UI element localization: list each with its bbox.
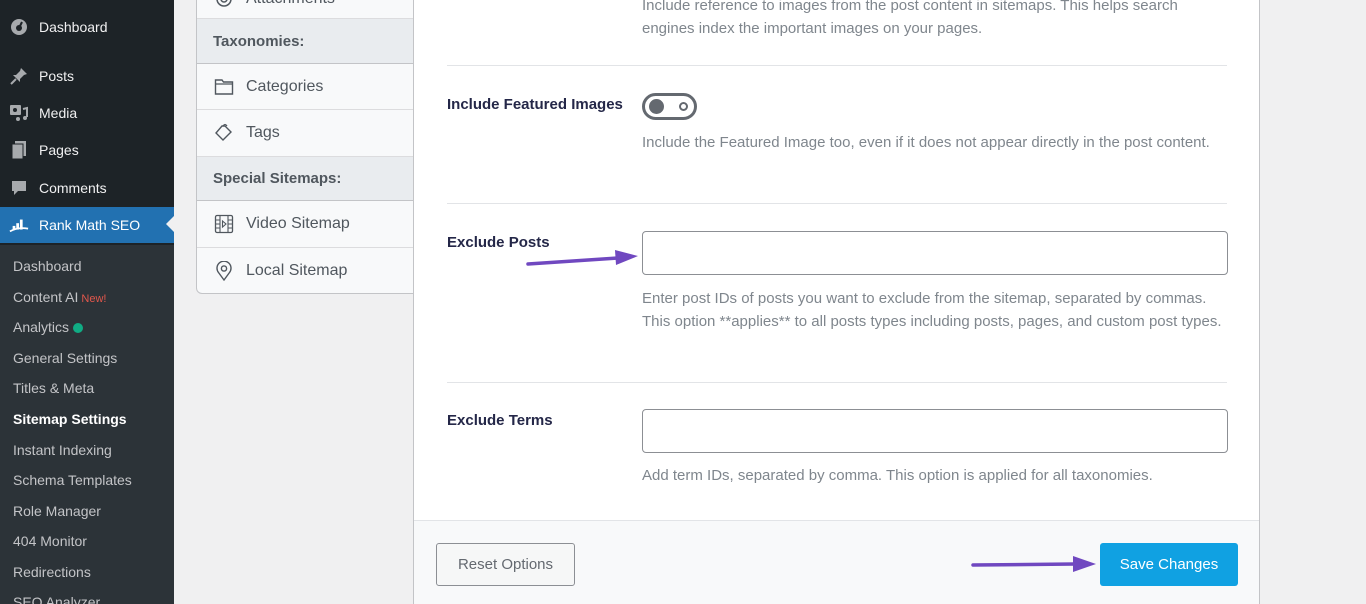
include-images-description: Include reference to images from the pos… [642,0,1178,37]
submenu-dashboard[interactable]: Dashboard [13,258,82,274]
menu-label: Pages [39,142,79,158]
nav-item-video-sitemap[interactable]: Video Sitemap [197,201,413,248]
nav-label: Tags [246,124,280,141]
pages-icon [9,140,29,160]
nav-label: Categories [246,77,324,95]
divider [447,382,1227,383]
submenu-schema-templates[interactable]: Schema Templates [13,472,132,488]
menu-label: Posts [39,68,75,84]
nav-label: Attachments [246,0,335,8]
submenu-sitemap-settings[interactable]: Sitemap Settings [13,411,127,427]
menu-label: Dashboard [39,19,108,35]
taxonomies-heading: Taxonomies: [197,19,413,64]
annotation-arrow-save-changes [971,556,1096,572]
special-sitemaps-heading: Special Sitemaps: [197,157,413,201]
submenu-redirections[interactable]: Redirections [13,564,91,580]
film-icon [214,214,234,234]
pin-icon [9,66,29,86]
nav-item-local-sitemap[interactable]: Local Sitemap [197,248,413,293]
submenu-analytics[interactable]: Analytics [13,319,84,335]
rank-math-icon [9,215,29,235]
divider [447,203,1227,204]
reset-options-button[interactable]: Reset Options [436,543,575,586]
menu-item-pages[interactable]: Pages [0,133,174,167]
menu-label: Media [39,105,78,121]
menu-label: Rank Math SEO [39,217,141,233]
include-featured-images-toggle[interactable] [642,93,697,120]
status-dot [73,323,84,334]
sitemap-settings-panel: Include reference to images from the pos… [413,0,1260,604]
include-featured-images-label: Include Featured Images [447,96,623,113]
nav-item-attachments[interactable]: Attachments [197,0,413,19]
rank-math-submenu: Dashboard Content AI New! Analytics Gener… [0,245,174,604]
submenu-role-manager[interactable]: Role Manager [13,503,101,519]
save-changes-button[interactable]: Save Changes [1100,543,1238,586]
toggle-knob [649,99,664,114]
new-badge: New! [81,293,107,305]
submenu-titles-meta[interactable]: Titles & Meta [13,380,94,396]
submenu-404-monitor[interactable]: 404 Monitor [13,533,87,549]
attachment-icon [214,0,234,9]
nav-item-categories[interactable]: Categories [197,64,413,110]
submenu-label: Content AI [13,289,79,305]
exclude-terms-input[interactable] [642,409,1228,453]
comment-icon [9,178,29,198]
settings-footer: Reset Options Save Changes [414,520,1259,604]
submenu-content-ai[interactable]: Content AI New! [13,289,106,305]
exclude-terms-description: Add term IDs, separated by comma. This o… [642,467,1153,484]
annotation-arrow-exclude-posts [526,250,638,266]
submenu-seo-analyzer[interactable]: SEO Analyzer [13,594,100,604]
nav-label: Local Sitemap [246,261,348,279]
exclude-posts-input[interactable] [642,231,1228,275]
menu-item-dashboard[interactable]: Dashboard [0,10,174,44]
menu-item-posts[interactable]: Posts [0,59,174,93]
include-featured-images-description: Include the Featured Image too, even if … [642,134,1210,151]
dashboard-icon [9,17,29,37]
submenu-instant-indexing[interactable]: Instant Indexing [13,442,112,458]
nav-item-tags[interactable]: Tags [197,110,413,157]
toggle-off-indicator [679,102,688,111]
exclude-terms-label: Exclude Terms [447,412,553,429]
submenu-label: Analytics [13,319,70,335]
exclude-posts-description: Enter post IDs of posts you want to excl… [642,290,1222,330]
admin-sidebar: Dashboard Posts Media Pages Comments Ran… [0,0,174,604]
location-pin-icon [214,260,234,281]
menu-item-media[interactable]: Media [0,96,174,130]
tag-icon [214,123,234,143]
folder-icon [214,77,234,97]
submenu-general-settings[interactable]: General Settings [13,350,117,366]
menu-label: Comments [39,180,107,196]
media-icon [9,103,29,123]
menu-item-rank-math-seo[interactable]: Rank Math SEO [0,207,174,243]
menu-item-comments[interactable]: Comments [0,171,174,205]
sitemap-settings-nav: Attachments Taxonomies: Categories Tags … [196,0,414,294]
divider [447,65,1227,66]
nav-label: Video Sitemap [246,215,350,232]
